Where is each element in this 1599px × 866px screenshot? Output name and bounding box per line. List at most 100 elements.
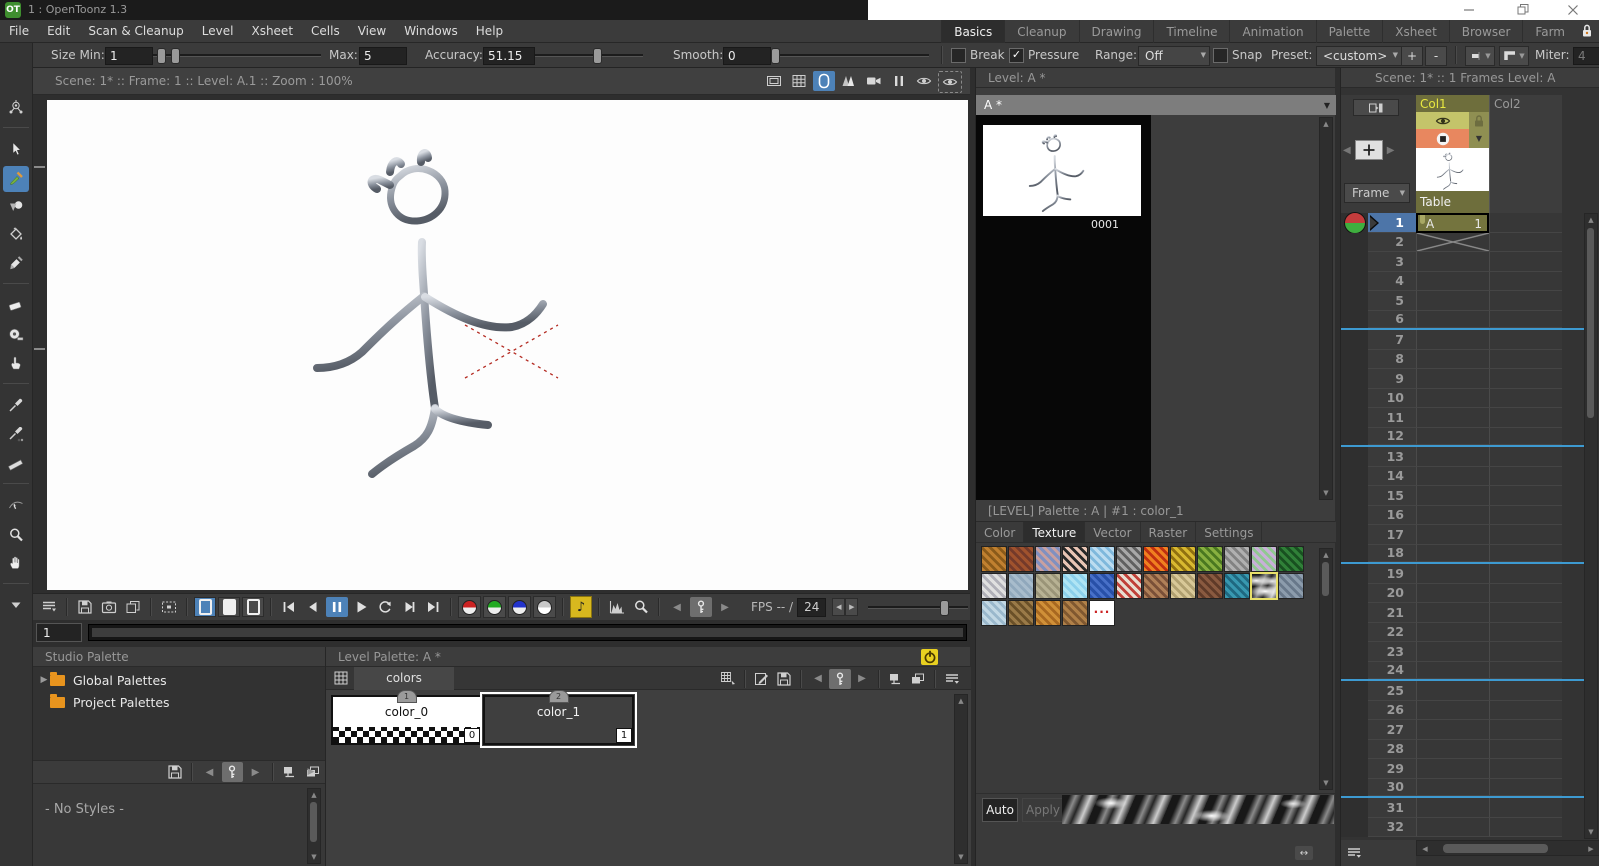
smooth-handle[interactable]	[771, 48, 780, 64]
frame-mode-dropdown[interactable]: Frame	[1344, 183, 1410, 203]
define-subcamera-button[interactable]	[158, 597, 180, 617]
texture-swatch[interactable]	[981, 600, 1007, 626]
frame-number-cell[interactable]: 27	[1368, 720, 1416, 740]
close-button[interactable]	[1551, 0, 1595, 20]
hand-tool[interactable]	[3, 550, 29, 576]
texture-swatch[interactable]	[1170, 573, 1196, 599]
texture-swatch[interactable]	[1143, 573, 1169, 599]
onion-cell[interactable]	[1341, 466, 1368, 486]
smooth-input[interactable]: 0	[723, 47, 771, 65]
col1-cell[interactable]	[1416, 681, 1489, 701]
col2-cell[interactable]	[1489, 564, 1562, 584]
scroll-thumb[interactable]	[1322, 562, 1329, 596]
scroll-left-arrow[interactable]: ◀	[1419, 843, 1431, 855]
texture-swatch[interactable]	[1224, 573, 1250, 599]
frame-number-cell[interactable]: 11	[1368, 408, 1416, 428]
palette-tab[interactable]: Settings	[1196, 522, 1263, 543]
frame-number-cell[interactable]: 31	[1368, 798, 1416, 818]
alpha-channel-button[interactable]	[533, 596, 556, 618]
play-button[interactable]	[350, 597, 372, 617]
camera-view-button[interactable]	[813, 71, 835, 91]
workspace-tab[interactable]: Drawing	[1078, 20, 1154, 43]
xsheet-row[interactable]: 22	[1341, 622, 1589, 642]
col1-cell[interactable]	[1416, 778, 1489, 796]
frame-number-cell[interactable]: 20	[1368, 583, 1416, 603]
onion-cell[interactable]	[1341, 817, 1368, 837]
frame-range-slider[interactable]	[88, 624, 967, 641]
menu-item[interactable]: View	[349, 20, 395, 43]
onion-cell[interactable]	[1341, 700, 1368, 720]
tree-item-project-palettes[interactable]: Project Palettes	[33, 691, 325, 713]
onion-cell[interactable]	[1341, 739, 1368, 759]
frame-number-cell[interactable]: 14	[1368, 466, 1416, 486]
next-key-button[interactable]: ▶	[245, 762, 266, 782]
frame-number-cell[interactable]: 5	[1368, 291, 1416, 311]
workspace-tab[interactable]: Farm	[1522, 20, 1577, 43]
texture-swatch[interactable]	[1089, 546, 1115, 572]
locator-button[interactable]	[630, 597, 652, 617]
onion-cell[interactable]	[1341, 681, 1368, 701]
xsheet-row[interactable]: 25	[1341, 681, 1589, 701]
freeze-palette-button[interactable]	[921, 649, 938, 665]
xsheet-row[interactable]: 5	[1341, 291, 1589, 311]
xsheet-row[interactable]: 30	[1341, 778, 1589, 798]
scroll-up-arrow[interactable]: ▲	[308, 789, 320, 801]
col1-cell[interactable]	[1416, 525, 1489, 545]
workspace-tab[interactable]: Cleanup	[1004, 20, 1078, 43]
snap-checkbox[interactable]	[1213, 48, 1228, 63]
snapshot-button[interactable]	[98, 597, 120, 617]
menu-item[interactable]: Edit	[38, 20, 79, 43]
xsheet-row[interactable]: 11	[1341, 408, 1589, 428]
menu-item[interactable]: Cells	[302, 20, 349, 43]
level-end-cell[interactable]	[1416, 232, 1489, 252]
xsheet-row[interactable]: 8	[1341, 349, 1589, 369]
texture-swatch[interactable]	[1197, 546, 1223, 572]
col2-cell[interactable]	[1489, 544, 1562, 562]
col1-cell[interactable]	[1416, 564, 1489, 584]
col2-cell[interactable]	[1489, 330, 1562, 350]
tape-tool[interactable]	[3, 322, 29, 348]
frame-number-cell[interactable]: 6	[1368, 310, 1416, 328]
col1-cell[interactable]	[1416, 544, 1489, 562]
swatch-scrollbar[interactable]: ▲ ▼	[954, 694, 968, 864]
next-key-button[interactable]: ▶	[714, 597, 736, 617]
ruler-tool[interactable]	[3, 450, 29, 476]
save-palette-button[interactable]	[773, 669, 795, 689]
col1-cell[interactable]	[1416, 447, 1489, 467]
frame-number-cell[interactable]: 32	[1368, 817, 1416, 837]
xsheet-row[interactable]: 17	[1341, 525, 1589, 545]
texture-swatch[interactable]	[1116, 573, 1142, 599]
frame-number-cell[interactable]: 24	[1368, 661, 1416, 679]
xsheet-menu-icon[interactable]	[1346, 845, 1362, 861]
xsheet-row[interactable]: 2	[1341, 232, 1589, 252]
previous-key-button[interactable]: ◀	[666, 597, 688, 617]
xsheet-row[interactable]: 14	[1341, 466, 1589, 486]
style-swatch-color_1[interactable]: 2 color_1 1	[480, 690, 637, 748]
onion-cell[interactable]	[1341, 330, 1368, 350]
col1-cell[interactable]	[1416, 466, 1489, 486]
level-selector-dropdown[interactable]: A *	[976, 95, 1336, 115]
col2-cell[interactable]	[1489, 603, 1562, 623]
frame-number-cell[interactable]: 28	[1368, 739, 1416, 759]
scroll-right-arrow[interactable]: ▶	[1585, 843, 1597, 855]
col1-cell[interactable]	[1416, 583, 1489, 603]
frame-number-cell[interactable]: 19	[1368, 564, 1416, 584]
col2-cell[interactable]	[1489, 642, 1562, 662]
xsheet-row[interactable]: 24	[1341, 661, 1589, 681]
tree-item-global-palettes[interactable]: ▶ Global Palettes	[33, 669, 325, 691]
col2-cell[interactable]	[1489, 525, 1562, 545]
cap-style-button[interactable]: ▼	[1465, 46, 1495, 66]
key-button[interactable]	[829, 668, 851, 689]
onion-cell[interactable]	[1341, 642, 1368, 662]
menu-item[interactable]: Xsheet	[242, 20, 302, 43]
fps-slider[interactable]	[868, 599, 969, 616]
loop-button[interactable]	[374, 597, 396, 617]
style-display-button[interactable]	[717, 669, 739, 689]
onion-cell[interactable]	[1341, 603, 1368, 623]
col2-cell[interactable]	[1489, 739, 1562, 759]
col1-cell[interactable]	[1416, 388, 1489, 408]
xsheet-row[interactable]: 18	[1341, 544, 1589, 564]
scroll-up-arrow[interactable]: ▲	[1320, 549, 1332, 561]
onion-cell[interactable]	[1341, 544, 1368, 562]
col1-cell[interactable]	[1416, 817, 1489, 837]
